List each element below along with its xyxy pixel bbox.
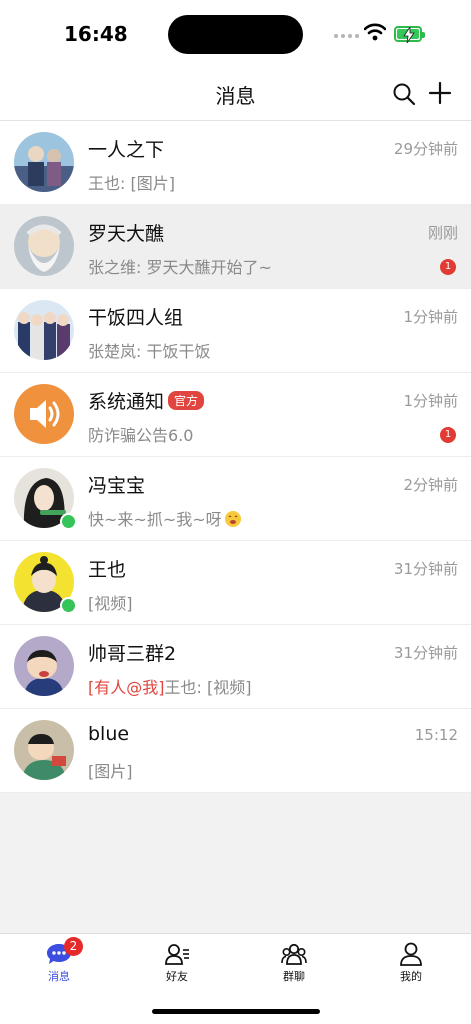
conversation-time: 1分钟前 [403,392,458,410]
system-avatar [14,384,74,444]
conversation-item[interactable]: 冯宝宝 2分钟前 快~来~抓~我~呀 [0,457,471,541]
conversation-preview: 张之维: 罗天大醮开始了~ [88,258,272,277]
wifi-icon [364,23,386,41]
tab-groups[interactable]: 群聊 [264,942,324,984]
avatar [14,300,74,360]
avatar [14,720,74,780]
tab-badge: 2 [64,937,83,956]
conversation-name: blue [88,723,130,745]
home-indicator [152,1009,320,1014]
speaker-icon [14,384,74,444]
tab-label: 好友 [166,970,188,983]
conversation-name: 系统通知 [88,391,165,413]
search-icon[interactable] [392,82,416,106]
conversation-name: 冯宝宝 [88,475,146,497]
conversation-preview: 防诈骗公告6.0 [88,426,194,445]
tab-friends[interactable]: 好友 [147,942,207,984]
battery-icon [394,26,425,43]
header: 消息 [0,66,471,121]
plus-icon[interactable] [428,81,452,105]
profile-icon [400,942,422,966]
tab-me[interactable]: 我的 [381,942,441,984]
conversation-preview: [图片] [88,762,133,781]
conversation-preview: 王也: [图片] [88,174,175,193]
conversation-time: 29分钟前 [393,140,458,158]
avatar [14,636,74,696]
conversation-name: 干饭四人组 [88,307,184,329]
status-time: 16:48 [64,22,128,46]
conversation-time: 1分钟前 [403,308,458,326]
avatar [14,132,74,192]
conversation-item[interactable]: 系统通知 官方 1分钟前 防诈骗公告6.0 1 [0,373,471,457]
status-bar: 16:48 [0,0,471,66]
conversation-item[interactable]: 干饭四人组 1分钟前 张楚岚: 干饭干饭 [0,289,471,373]
conversation-list: 一人之下 29分钟前 王也: [图片] 罗天大醮 刚刚 张之维: 罗天大醮开始了… [0,121,471,793]
unread-badge: 1 [440,427,456,443]
conversation-name: 帅哥三群2 [88,643,177,665]
conversation-item[interactable]: 罗天大醮 刚刚 张之维: 罗天大醮开始了~ 1 [0,205,471,289]
online-indicator [60,513,77,530]
tab-messages[interactable]: 2 消息 [29,937,89,984]
conversation-time: 2分钟前 [403,476,458,494]
conversation-preview: [有人@我]王也: [视频] [88,678,252,697]
dynamic-island [168,15,303,54]
conversation-preview: 张楚岚: 干饭干饭 [88,342,211,361]
friends-icon [165,944,189,965]
conversation-preview: [视频] [88,594,133,613]
mention-tag: [有人@我] [88,678,165,697]
conversation-item[interactable]: 王也 31分钟前 [视频] [0,541,471,625]
conversation-time: 31分钟前 [393,644,458,662]
emoji-icon [224,511,241,527]
conversation-name: 王也 [88,559,127,581]
official-tag: 官方 [168,391,205,410]
online-indicator [60,597,77,614]
signal-icon [334,34,359,38]
conversation-time: 31分钟前 [393,560,458,578]
conversation-name: 罗天大醮 [88,223,165,245]
group-icon [281,943,307,965]
unread-badge: 1 [440,259,456,275]
conversation-time: 刚刚 [427,224,458,242]
conversation-preview: 快~来~抓~我~呀 [88,506,242,530]
conversation-item[interactable]: 帅哥三群2 31分钟前 [有人@我]王也: [视频] [0,625,471,709]
conversation-time: 15:12 [414,726,458,744]
tab-label: 我的 [400,970,422,983]
conversation-item[interactable]: 一人之下 29分钟前 王也: [图片] [0,121,471,205]
conversation-item[interactable]: blue 15:12 [图片] [0,709,471,793]
conversation-name: 一人之下 [88,139,165,161]
avatar [14,216,74,276]
tab-label: 群聊 [283,970,305,983]
tab-label: 消息 [48,970,70,983]
